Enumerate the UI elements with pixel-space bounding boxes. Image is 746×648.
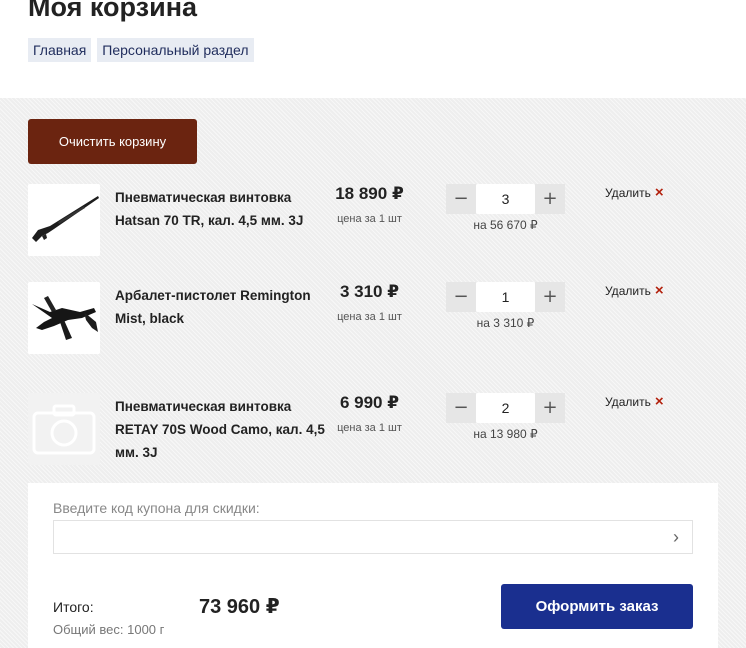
checkout-button[interactable]: Оформить заказ <box>501 584 693 629</box>
coupon-input[interactable] <box>54 521 654 553</box>
remove-label: Удалить <box>605 186 651 200</box>
product-image-placeholder[interactable] <box>28 393 100 465</box>
unit-price: 18 890 ₽ <box>335 184 404 203</box>
remove-item-button[interactable]: Удалить × <box>605 184 664 201</box>
cart-item: Арбалет-пистолет Remington Mist, black 3… <box>0 282 746 372</box>
cart-item: Пневматическая винтовка Hatsan 70 TR, ка… <box>0 184 746 274</box>
unit-price-note: цена за 1 шт <box>337 422 402 434</box>
total-weight: Общий вес: 1000 г <box>53 622 165 637</box>
breadcrumb-personal[interactable]: Персональный раздел <box>97 38 254 62</box>
quantity-stepper: − + <box>446 282 565 312</box>
increase-quantity-button[interactable]: + <box>535 184 565 214</box>
remove-item-button[interactable]: Удалить × <box>605 282 664 299</box>
line-total: на 3 310 ₽ <box>476 316 535 330</box>
decrease-quantity-button[interactable]: − <box>446 393 476 423</box>
chevron-right-icon[interactable]: › <box>666 527 686 547</box>
close-icon: × <box>654 393 664 410</box>
clear-cart-button[interactable]: Очистить корзину <box>28 119 197 164</box>
total-value: 73 960 ₽ <box>199 596 280 618</box>
page-header: Моя корзина Главная Персональный раздел <box>0 0 746 98</box>
quantity-input[interactable] <box>476 393 535 423</box>
quantity-stepper: − + <box>446 184 565 214</box>
decrease-quantity-button[interactable]: − <box>446 282 476 312</box>
unit-price: 3 310 ₽ <box>339 282 400 301</box>
line-total: на 56 670 ₽ <box>473 218 538 232</box>
quantity-stepper: − + <box>446 393 565 423</box>
quantity-input[interactable] <box>476 184 535 214</box>
remove-label: Удалить <box>605 395 651 409</box>
breadcrumb: Главная Персональный раздел <box>28 38 254 62</box>
product-name[interactable]: Пневматическая винтовка RETAY 70S Wood C… <box>115 395 327 464</box>
remove-label: Удалить <box>605 284 651 298</box>
unit-price-note: цена за 1 шт <box>337 213 402 225</box>
cart-content: Очистить корзину Пневматическая винтовка… <box>0 98 746 648</box>
quantity-input[interactable] <box>476 282 535 312</box>
coupon-label: Введите код купона для скидки: <box>53 500 260 516</box>
breadcrumb-home[interactable]: Главная <box>28 38 92 62</box>
close-icon: × <box>654 282 664 299</box>
product-name[interactable]: Пневматическая винтовка Hatsan 70 TR, ка… <box>115 186 327 232</box>
close-icon: × <box>654 184 664 201</box>
product-image-pistol-crossbow[interactable] <box>28 282 100 354</box>
page-title: Моя корзина <box>28 0 198 22</box>
coupon-field: › <box>53 520 693 554</box>
product-name[interactable]: Арбалет-пистолет Remington Mist, black <box>115 284 327 330</box>
product-image-air-rifle[interactable] <box>28 184 100 256</box>
increase-quantity-button[interactable]: + <box>535 393 565 423</box>
line-total: на 13 980 ₽ <box>473 427 538 441</box>
order-summary: Введите код купона для скидки: › Итого: … <box>28 483 718 648</box>
decrease-quantity-button[interactable]: − <box>446 184 476 214</box>
unit-price-note: цена за 1 шт <box>337 311 402 323</box>
camera-icon <box>28 393 100 465</box>
increase-quantity-button[interactable]: + <box>535 282 565 312</box>
unit-price: 6 990 ₽ <box>339 393 400 412</box>
remove-item-button[interactable]: Удалить × <box>605 393 664 410</box>
total-label: Итого: <box>53 599 94 615</box>
cart-item: Пневматическая винтовка RETAY 70S Wood C… <box>0 393 746 483</box>
